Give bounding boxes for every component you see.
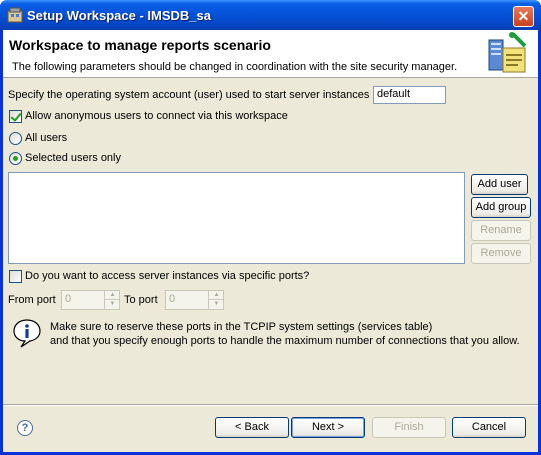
close-button[interactable]: ✕ <box>513 6 534 27</box>
spin-down-icon[interactable]: ▼ <box>209 300 224 309</box>
selected-users-label: Selected users only <box>25 152 121 164</box>
back-button[interactable]: < Back <box>215 417 289 438</box>
account-label: Specify the operating system account (us… <box>8 89 370 101</box>
from-port-value: 0 <box>65 293 72 305</box>
dialog-window: Setup Workspace - IMSDB_sa ✕ Workspace t… <box>0 0 541 455</box>
all-users-label: All users <box>25 132 68 144</box>
to-port-value: 0 <box>169 293 176 305</box>
spin-down-icon[interactable]: ▼ <box>105 300 120 309</box>
from-port-arrows[interactable]: ▲ ▼ <box>104 291 120 309</box>
info-line-2: and that you specify enough ports to han… <box>50 335 520 347</box>
rename-button[interactable]: Rename <box>471 220 531 241</box>
finish-button[interactable]: Finish <box>372 417 446 438</box>
cancel-button[interactable]: Cancel <box>452 417 526 438</box>
spin-up-icon[interactable]: ▲ <box>209 291 224 300</box>
footer-divider <box>3 404 538 406</box>
dialog-body: Workspace to manage reports scenario The… <box>3 30 538 452</box>
to-port-arrows[interactable]: ▲ ▼ <box>208 291 224 309</box>
users-list[interactable] <box>8 172 465 264</box>
title-bar[interactable]: Setup Workspace - IMSDB_sa ✕ <box>0 0 541 30</box>
ports-question: Do you want to access server instances v… <box>25 270 310 282</box>
ports-checkbox[interactable] <box>9 270 22 283</box>
help-icon[interactable]: ? <box>17 420 33 436</box>
page-subtitle: The following parameters should be chang… <box>12 61 458 73</box>
spin-up-icon[interactable]: ▲ <box>105 291 120 300</box>
add-group-button[interactable]: Add group <box>471 197 531 218</box>
window-title: Setup Workspace - IMSDB_sa <box>27 8 211 23</box>
info-line-1: Make sure to reserve these ports in the … <box>50 321 433 333</box>
workspace-security-icon <box>488 32 527 73</box>
page-title: Workspace to manage reports scenario <box>9 37 271 53</box>
anonymous-checkbox[interactable] <box>9 110 22 123</box>
app-icon <box>7 7 23 23</box>
from-port-spinner[interactable]: 0 ▲ ▼ <box>61 290 120 310</box>
next-button[interactable]: Next > <box>291 417 365 438</box>
wizard-header: Workspace to manage reports scenario The… <box>3 30 538 78</box>
from-port-label: From port <box>8 294 56 306</box>
info-icon <box>13 319 41 348</box>
selected-users-radio[interactable] <box>9 152 22 165</box>
add-user-button[interactable]: Add user <box>471 174 528 195</box>
to-port-label: To port <box>124 294 158 306</box>
remove-button[interactable]: Remove <box>471 243 531 264</box>
anonymous-label: Allow anonymous users to connect via thi… <box>25 110 288 122</box>
account-input[interactable]: default <box>373 86 446 104</box>
to-port-spinner[interactable]: 0 ▲ ▼ <box>165 290 224 310</box>
all-users-radio[interactable] <box>9 132 22 145</box>
